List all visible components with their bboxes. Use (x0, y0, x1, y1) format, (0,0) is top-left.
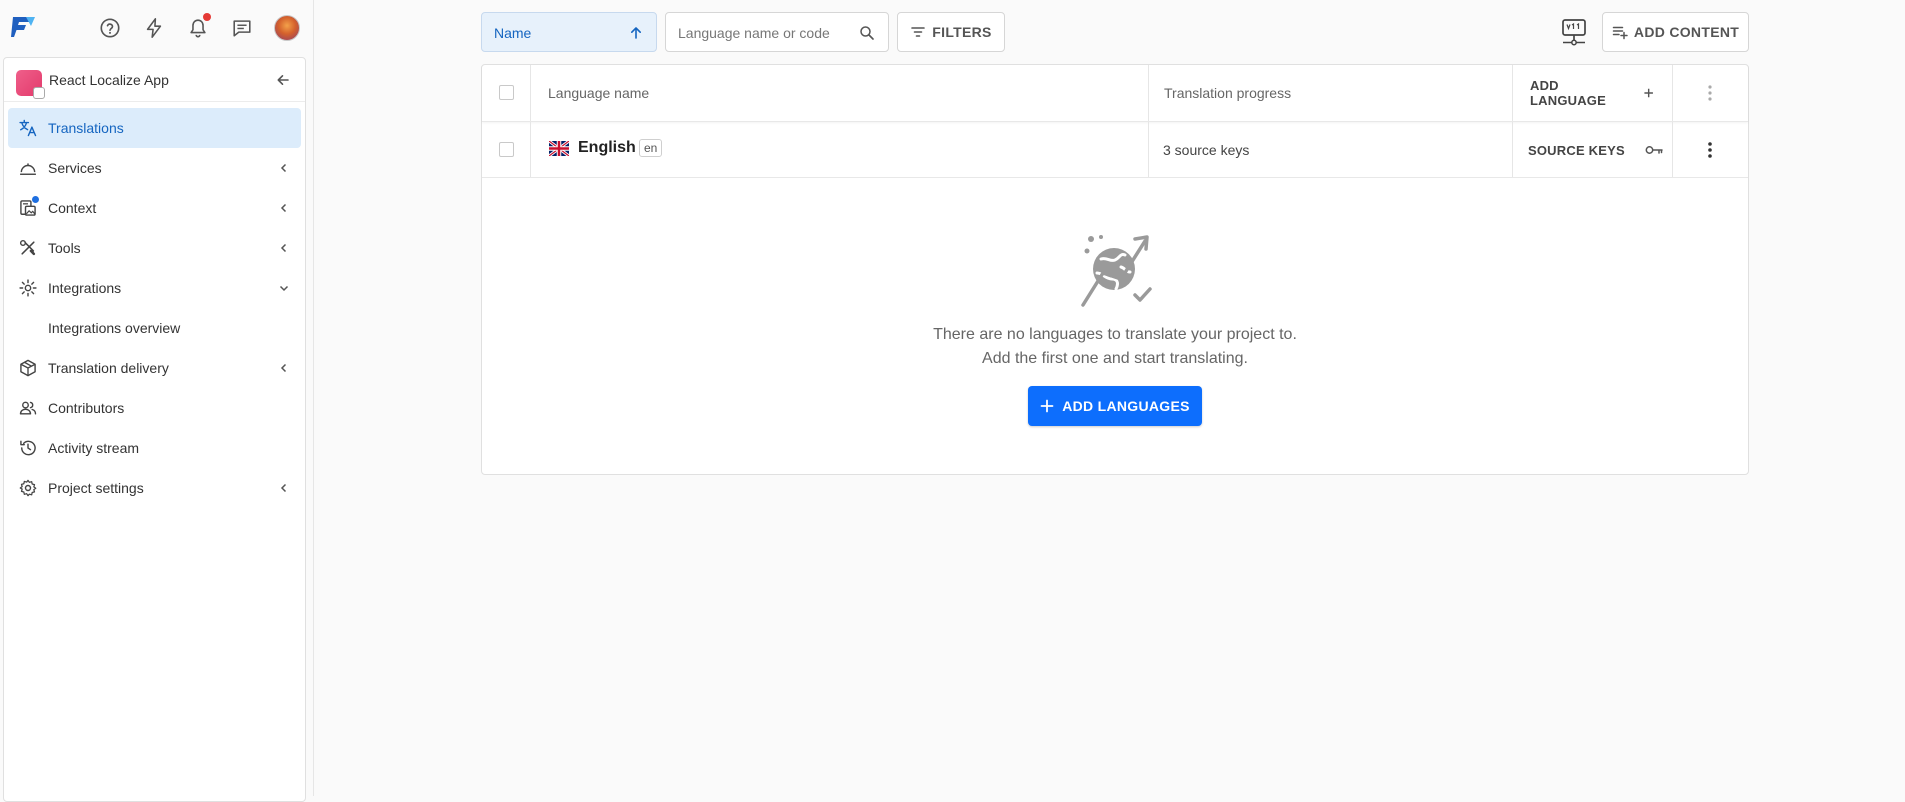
search-input[interactable] (678, 23, 848, 43)
integrations-icon (18, 278, 38, 298)
chevron-left-icon (277, 161, 291, 175)
add-content-button[interactable]: ADD CONTENT (1602, 12, 1749, 52)
empty-state-hint: Add the first one and start translating. (982, 350, 1248, 367)
languages-table: Language name Translation progress ADD L… (481, 64, 1749, 475)
chevron-left-icon (277, 361, 291, 375)
help-icon[interactable] (98, 16, 122, 40)
chat-icon[interactable] (230, 16, 254, 40)
header-more-icon[interactable] (1700, 83, 1720, 103)
row-more-icon[interactable] (1700, 140, 1720, 160)
uk-flag-icon (549, 141, 569, 156)
sidebar-item-translation-delivery[interactable]: Translation delivery (4, 348, 305, 388)
context-badge (32, 196, 39, 203)
filter-icon (911, 27, 926, 37)
chevron-left-icon (277, 201, 291, 215)
column-divider (1672, 65, 1673, 121)
sort-label: Name (494, 25, 532, 41)
sidebar-item-integrations-overview[interactable]: Integrations overview (4, 308, 305, 348)
source-keys-label: SOURCE KEYS (1528, 142, 1625, 158)
context-icon (18, 196, 39, 218)
gear-icon (18, 478, 38, 498)
sidebar-item-label: Integrations overview (48, 320, 181, 336)
globe-illustration-icon (1081, 235, 1152, 307)
contributors-icon (18, 398, 38, 418)
table-header: Language name Translation progress ADD L… (482, 65, 1748, 122)
translation-progress: 3 source keys (1163, 142, 1250, 158)
row-checkbox[interactable] (499, 142, 514, 157)
column-divider (1148, 122, 1149, 177)
column-divider (1148, 65, 1149, 121)
key-icon (1645, 146, 1663, 154)
project-name: React Localize App (49, 72, 169, 88)
column-header-translation-progress: Translation progress (1164, 85, 1292, 101)
sidebar-item-activity-stream[interactable]: Activity stream (4, 428, 305, 468)
sidebar-item-label: Translation delivery (48, 360, 169, 376)
sidebar: React Localize App Translations Services (0, 0, 314, 802)
column-header-language-name[interactable]: Language name (548, 85, 649, 101)
plus-icon (1040, 399, 1054, 413)
sidebar-item-label: Translations (48, 120, 124, 136)
sidebar-item-label: Contributors (48, 400, 125, 416)
sidebar-item-label: Services (48, 160, 102, 176)
notification-badge (203, 13, 211, 21)
language-code-badge: en (639, 139, 663, 157)
chevron-down-icon (277, 281, 291, 295)
sidebar-item-project-settings[interactable]: Project settings (4, 468, 305, 508)
column-divider (530, 122, 531, 177)
add-content-label: ADD CONTENT (1633, 24, 1740, 40)
add-languages-label: ADD LANGUAGES (1062, 398, 1190, 414)
app-logo-icon[interactable] (10, 14, 36, 40)
lock-icon (33, 87, 45, 99)
sidebar-item-context[interactable]: Context (4, 188, 305, 228)
select-all-checkbox[interactable] (499, 85, 514, 100)
filters-button[interactable]: FILTERS (897, 12, 1005, 52)
filters-label: FILTERS (932, 24, 992, 40)
column-divider (1512, 65, 1513, 121)
tools-icon (18, 238, 38, 258)
column-divider (1512, 122, 1513, 177)
project-icon (16, 70, 45, 99)
history-icon (18, 438, 38, 458)
sort-select[interactable]: Name (481, 12, 657, 52)
sidebar-topbar (0, 0, 314, 56)
notifications-bell-icon[interactable] (186, 13, 211, 40)
sidebar-nav: Translations Services Context Tools Inte… (4, 108, 305, 508)
sidebar-item-label: Integrations (48, 280, 122, 296)
project-header: React Localize App (4, 58, 305, 102)
playlist-add-icon (1612, 26, 1628, 40)
column-divider (530, 65, 531, 121)
add-language-label: ADD LANGUAGE (1530, 78, 1606, 108)
arrow-up-icon (631, 27, 641, 39)
services-icon (18, 158, 38, 178)
lightning-icon[interactable] (142, 16, 166, 40)
collapse-sidebar-icon[interactable] (273, 70, 293, 90)
sidebar-item-label: Activity stream (48, 440, 140, 456)
sidebar-item-integrations[interactable]: Integrations (4, 268, 305, 308)
source-keys-button[interactable]: SOURCE KEYS (1528, 134, 1674, 166)
language-name[interactable]: English (578, 139, 636, 157)
search-icon[interactable] (858, 24, 876, 42)
sidebar-item-label: Project settings (48, 480, 144, 496)
sidebar-item-label: Context (48, 200, 97, 216)
sidebar-item-label: Tools (48, 240, 81, 256)
chevron-left-icon (277, 241, 291, 255)
sidebar-item-tools[interactable]: Tools (4, 228, 305, 268)
column-divider (1672, 122, 1673, 177)
project-panel: React Localize App Translations Services (3, 57, 306, 802)
search-field (665, 12, 889, 52)
chevron-left-icon (277, 481, 291, 495)
sidebar-item-translations[interactable]: Translations (8, 108, 301, 148)
add-language-button[interactable]: ADD LANGUAGE (1514, 77, 1654, 109)
add-languages-button[interactable]: ADD LANGUAGES (1028, 386, 1202, 426)
version-history-icon[interactable] (1561, 18, 1587, 46)
translate-icon (18, 118, 38, 138)
sidebar-item-contributors[interactable]: Contributors (4, 388, 305, 428)
empty-state-message: There are no languages to translate your… (933, 326, 1297, 343)
table-row[interactable]: English en 3 source keys SOURCE KEYS (482, 122, 1748, 178)
sidebar-item-services[interactable]: Services (4, 148, 305, 188)
delivery-box-icon (18, 358, 38, 378)
plus-icon (1644, 88, 1653, 98)
user-avatar[interactable] (274, 15, 300, 41)
